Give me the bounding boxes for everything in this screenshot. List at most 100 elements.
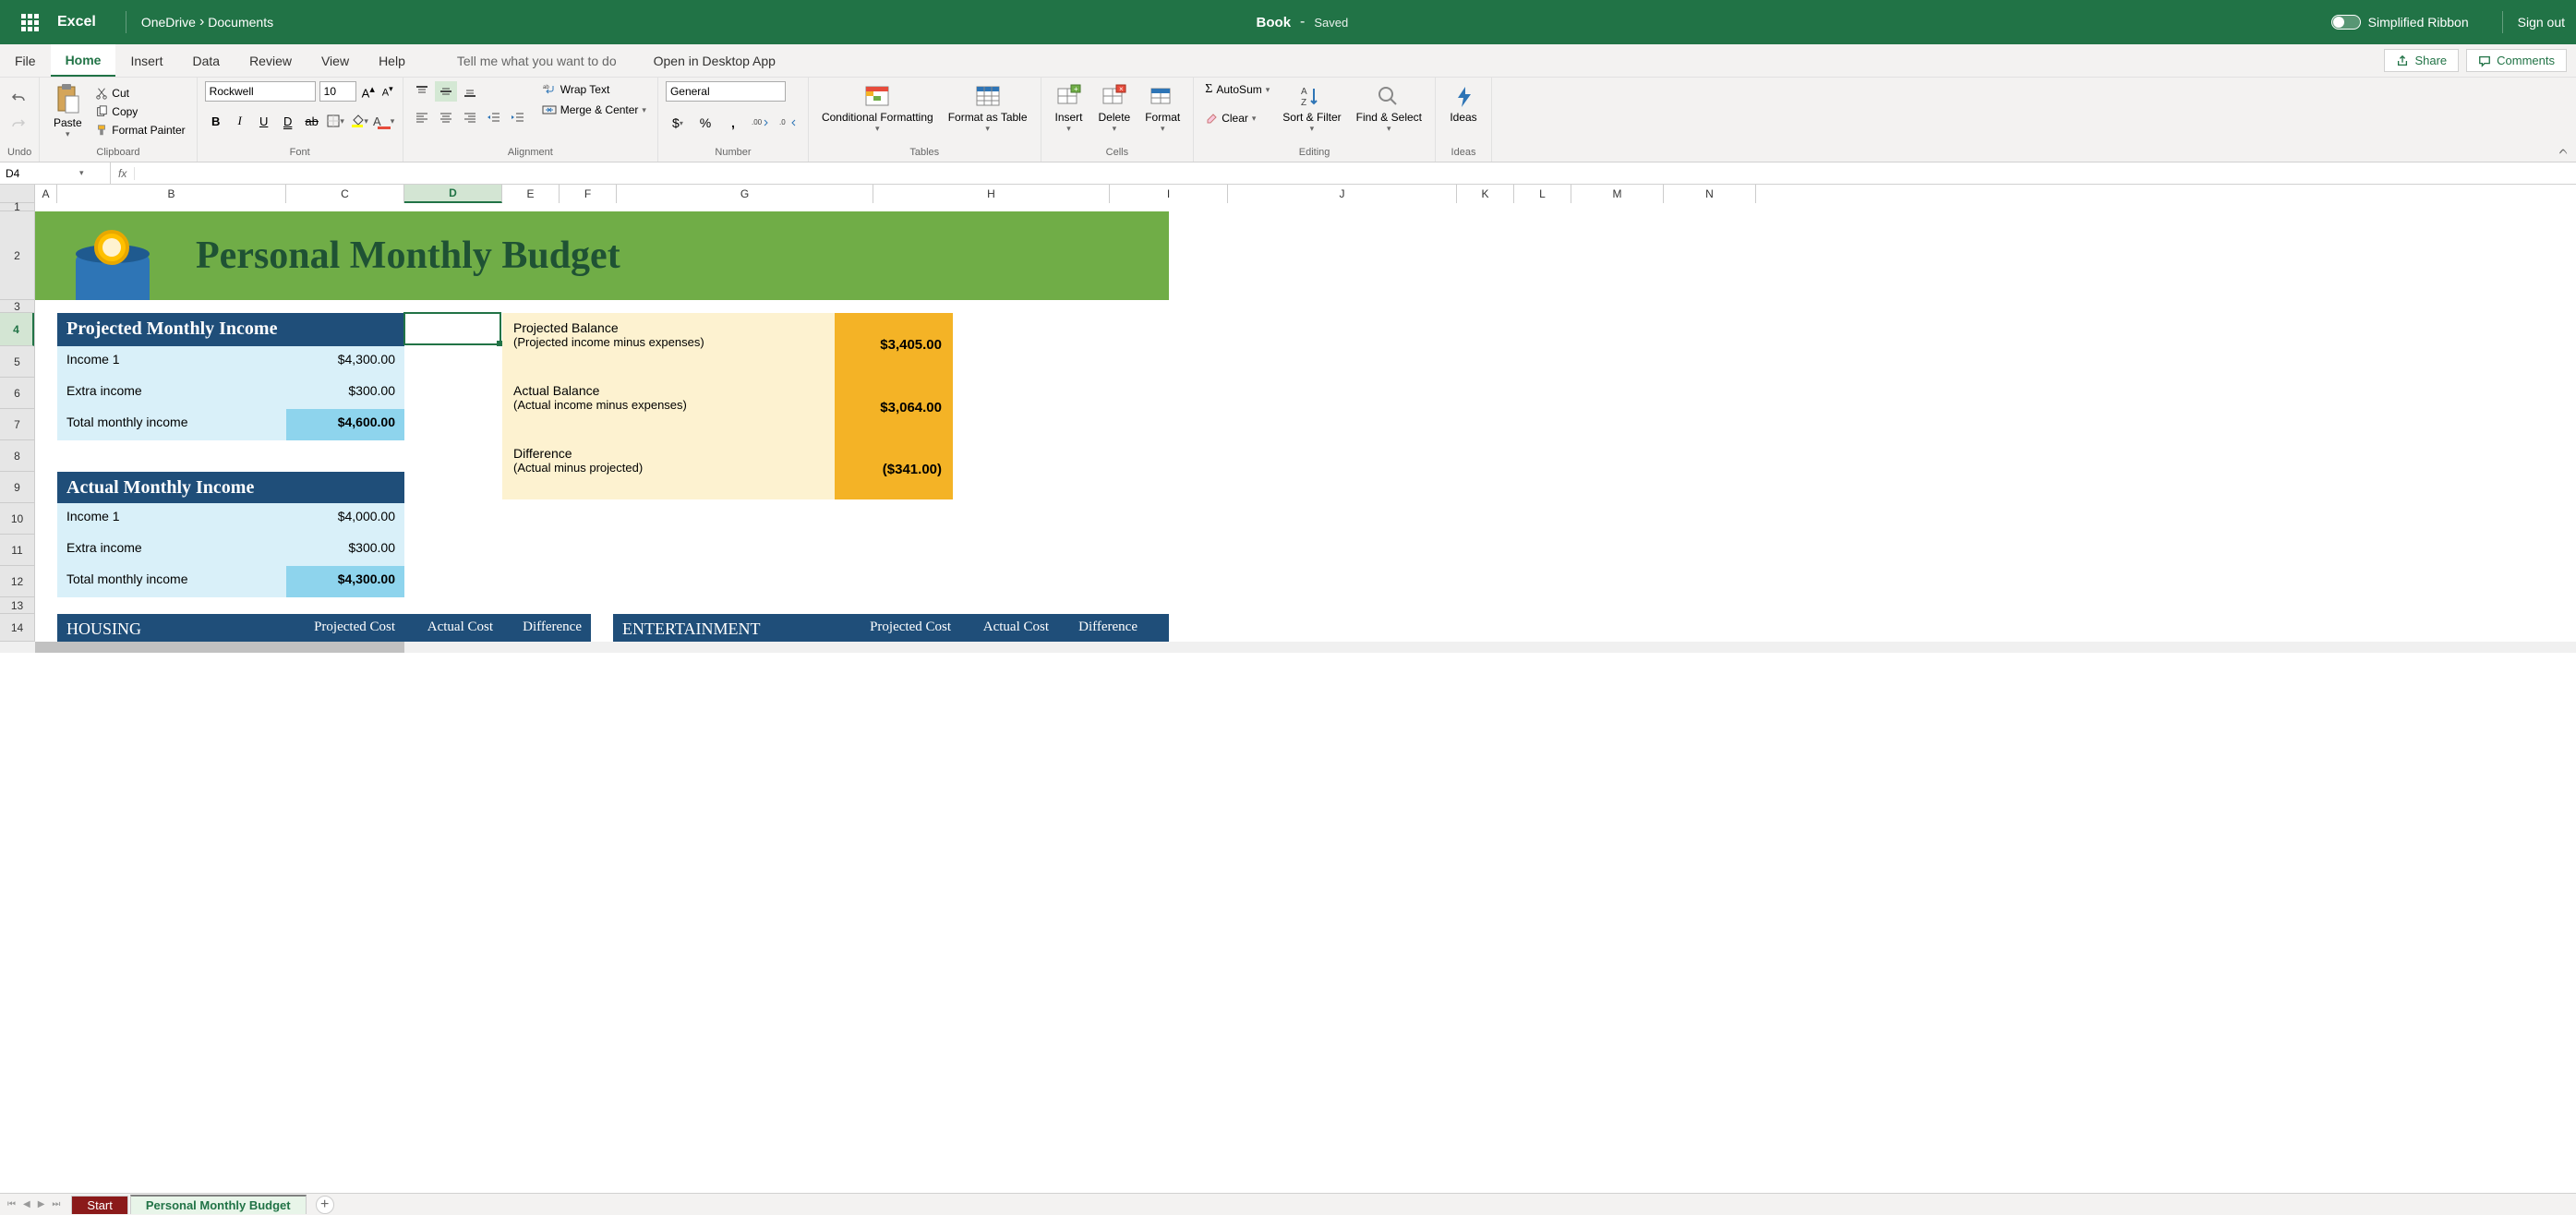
format-painter-button[interactable]: Format Painter bbox=[91, 122, 188, 138]
row-header-7[interactable]: 7 bbox=[0, 409, 34, 440]
wrap-text-button[interactable]: abWrap Text bbox=[538, 81, 650, 98]
column-header-H[interactable]: H bbox=[873, 185, 1110, 203]
sheet-nav-next[interactable]: ▶ bbox=[38, 1199, 45, 1209]
tab-help[interactable]: Help bbox=[364, 44, 420, 77]
column-header-N[interactable]: N bbox=[1664, 185, 1756, 203]
sign-out-link[interactable]: Sign out bbox=[2518, 15, 2565, 30]
breadcrumb-folder[interactable]: Documents bbox=[208, 15, 273, 30]
column-header-K[interactable]: K bbox=[1457, 185, 1514, 203]
row-header-2[interactable]: 2 bbox=[0, 211, 34, 300]
sort-filter-button[interactable]: AZ Sort & Filter▾ bbox=[1277, 81, 1346, 136]
sheet-nav-first[interactable]: ⏮ bbox=[7, 1199, 16, 1209]
copy-button[interactable]: Copy bbox=[91, 103, 188, 120]
merge-center-button[interactable]: Merge & Center▾ bbox=[538, 102, 650, 118]
row-header-8[interactable]: 8 bbox=[0, 440, 34, 472]
row-header-1[interactable]: 1 bbox=[0, 203, 34, 211]
formula-input[interactable] bbox=[135, 162, 2576, 184]
decrease-font-button[interactable]: A▾ bbox=[380, 82, 395, 101]
increase-font-button[interactable]: A▴ bbox=[360, 81, 377, 102]
borders-button[interactable]: ▾ bbox=[325, 111, 347, 131]
format-as-table-button[interactable]: Format as Table▾ bbox=[943, 81, 1033, 136]
font-name-select[interactable] bbox=[205, 81, 316, 102]
share-button[interactable]: Share bbox=[2384, 49, 2459, 72]
clear-button[interactable]: Clear▾ bbox=[1201, 111, 1273, 126]
delete-cells-button[interactable]: × Delete▾ bbox=[1093, 81, 1137, 136]
decrease-indent-button[interactable] bbox=[483, 107, 505, 127]
row-header-10[interactable]: 10 bbox=[0, 503, 34, 535]
tab-home[interactable]: Home bbox=[51, 44, 116, 77]
row-header-4[interactable]: 4 bbox=[0, 313, 34, 346]
collapse-ribbon-button[interactable]: ᨈ bbox=[2559, 144, 2569, 158]
italic-button[interactable]: I bbox=[229, 111, 251, 131]
format-cells-button[interactable]: Format▾ bbox=[1139, 81, 1186, 136]
tell-me-search[interactable]: Tell me what you want to do bbox=[457, 54, 617, 68]
column-header-J[interactable]: J bbox=[1228, 185, 1457, 203]
redo-button[interactable] bbox=[7, 113, 30, 135]
add-sheet-button[interactable]: + bbox=[316, 1196, 334, 1214]
column-header-B[interactable]: B bbox=[57, 185, 286, 203]
sheet-cells[interactable]: Personal Monthly Budget Projected Monthl… bbox=[35, 203, 1169, 642]
row-header-13[interactable]: 13 bbox=[0, 597, 34, 614]
row-header-3[interactable]: 3 bbox=[0, 300, 34, 313]
align-center-button[interactable] bbox=[435, 107, 457, 127]
column-header-C[interactable]: C bbox=[286, 185, 404, 203]
row-header-12[interactable]: 12 bbox=[0, 566, 34, 597]
strikethrough-button[interactable]: ab bbox=[301, 111, 323, 131]
insert-cells-button[interactable]: + Insert▾ bbox=[1049, 81, 1089, 136]
paste-button[interactable]: Paste ▾ bbox=[47, 81, 88, 141]
saved-status[interactable]: Saved bbox=[1314, 16, 1348, 30]
increase-decimal-button[interactable]: .00 bbox=[749, 113, 773, 133]
undo-button[interactable] bbox=[7, 87, 30, 109]
currency-button[interactable]: $▾ bbox=[666, 113, 690, 133]
row-header-5[interactable]: 5 bbox=[0, 346, 34, 378]
column-header-E[interactable]: E bbox=[502, 185, 560, 203]
align-top-button[interactable] bbox=[411, 81, 433, 102]
column-header-F[interactable]: F bbox=[560, 185, 617, 203]
cut-button[interactable]: Cut bbox=[91, 85, 188, 102]
tab-review[interactable]: Review bbox=[235, 44, 307, 77]
tab-insert[interactable]: Insert bbox=[115, 44, 177, 77]
column-header-I[interactable]: I bbox=[1110, 185, 1228, 203]
fx-icon[interactable]: fx bbox=[111, 167, 135, 180]
fill-color-button[interactable]: ▾ bbox=[349, 111, 371, 131]
row-header-6[interactable]: 6 bbox=[0, 378, 34, 409]
sheet-nav-prev[interactable]: ◀ bbox=[23, 1199, 30, 1209]
column-header-A[interactable]: A bbox=[35, 185, 57, 203]
name-box-input[interactable] bbox=[6, 167, 79, 180]
ideas-button[interactable]: Ideas bbox=[1443, 81, 1484, 126]
tab-file[interactable]: File bbox=[0, 44, 51, 77]
bold-button[interactable]: B bbox=[205, 111, 227, 131]
simplified-ribbon-toggle[interactable] bbox=[2331, 15, 2361, 30]
horizontal-scrollbar[interactable] bbox=[0, 642, 2576, 653]
align-bottom-button[interactable] bbox=[459, 81, 481, 102]
app-name[interactable]: Excel bbox=[57, 14, 96, 30]
align-middle-button[interactable] bbox=[435, 81, 457, 102]
column-header-G[interactable]: G bbox=[617, 185, 873, 203]
decrease-decimal-button[interactable]: .0 bbox=[776, 113, 800, 133]
breadcrumb-location[interactable]: OneDrive bbox=[141, 15, 196, 30]
find-select-button[interactable]: Find & Select▾ bbox=[1351, 81, 1427, 136]
row-header-14[interactable]: 14 bbox=[0, 614, 34, 642]
sheet-tab-budget[interactable]: Personal Monthly Budget bbox=[130, 1195, 307, 1214]
conditional-formatting-button[interactable]: Conditional Formatting▾ bbox=[816, 81, 939, 136]
open-in-desktop-button[interactable]: Open in Desktop App bbox=[654, 54, 776, 68]
tab-view[interactable]: View bbox=[307, 44, 364, 77]
column-header-M[interactable]: M bbox=[1571, 185, 1664, 203]
double-underline-button[interactable]: D bbox=[277, 111, 299, 131]
row-header-11[interactable]: 11 bbox=[0, 535, 34, 566]
app-launcher-button[interactable] bbox=[11, 4, 48, 41]
align-left-button[interactable] bbox=[411, 107, 433, 127]
align-right-button[interactable] bbox=[459, 107, 481, 127]
column-header-L[interactable]: L bbox=[1514, 185, 1571, 203]
column-header-D[interactable]: D bbox=[404, 185, 502, 203]
autosum-button[interactable]: ΣAutoSum▾ bbox=[1201, 81, 1273, 98]
tab-data[interactable]: Data bbox=[177, 44, 235, 77]
font-color-button[interactable]: A▾ bbox=[373, 111, 395, 131]
percent-button[interactable]: % bbox=[693, 113, 717, 133]
font-size-select[interactable] bbox=[319, 81, 356, 102]
underline-button[interactable]: U bbox=[253, 111, 275, 131]
comments-button[interactable]: Comments bbox=[2466, 49, 2567, 72]
increase-indent-button[interactable] bbox=[507, 107, 529, 127]
sheet-nav-last[interactable]: ⏭ bbox=[52, 1199, 60, 1209]
document-title[interactable]: Book bbox=[1257, 15, 1292, 30]
